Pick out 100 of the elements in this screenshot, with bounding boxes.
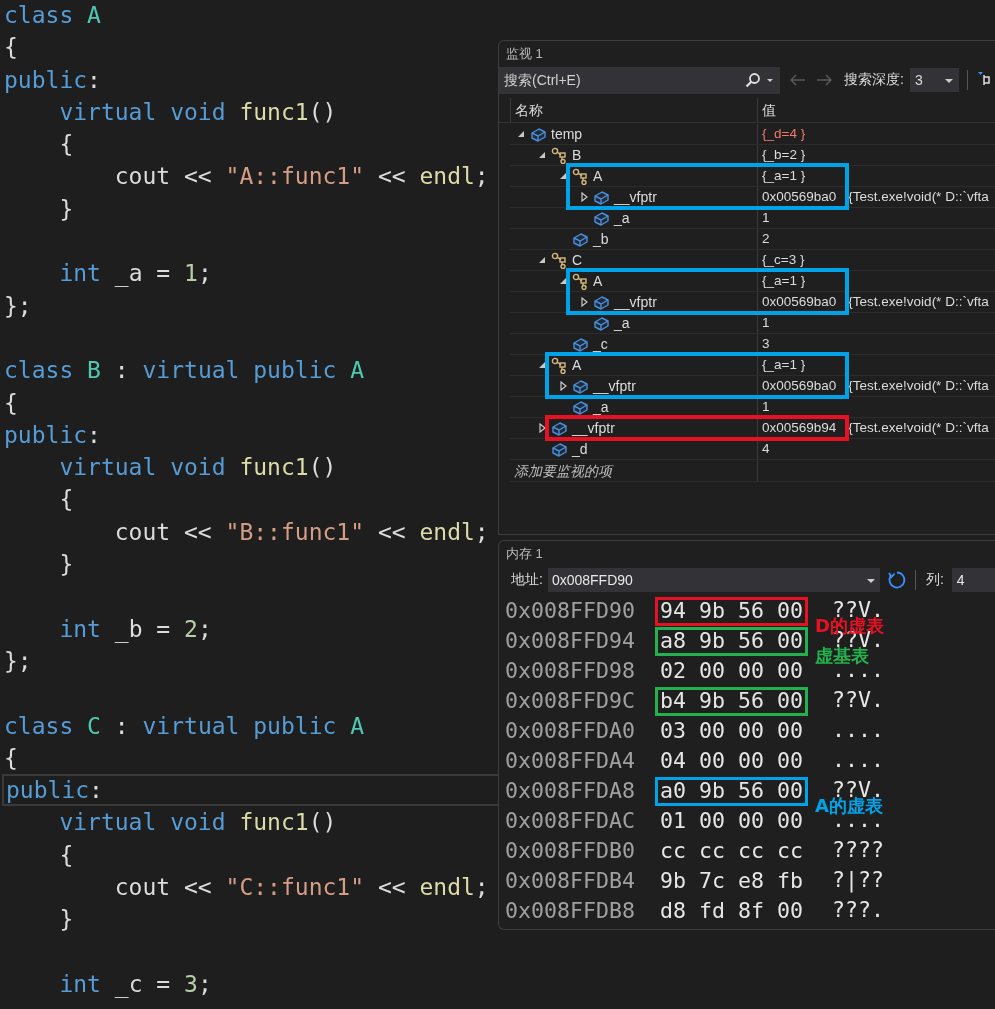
variable-value: {_b=2 } xyxy=(762,146,806,164)
variable-value: 0x00569ba0 xyxy=(762,293,837,311)
columns-field[interactable]: 4 xyxy=(951,567,995,592)
address-input[interactable]: 0x008FFD90 xyxy=(551,571,866,588)
memory-address: 0x008FFD90 xyxy=(505,597,635,625)
search-input[interactable]: 搜索(Ctrl+E) xyxy=(504,72,745,88)
search-depth-label: 搜索深度: xyxy=(844,71,904,89)
base-class-icon xyxy=(550,146,568,164)
variable-value: 0x00569ba0 xyxy=(762,188,837,206)
memory-bytes: 02 00 00 00 xyxy=(660,657,804,685)
variable-value: 1 xyxy=(762,314,770,332)
expanded-arrow-icon[interactable] xyxy=(538,361,546,369)
collapsed-arrow-icon[interactable] xyxy=(559,381,567,391)
memory-bytes: 94 9b 56 00 xyxy=(660,597,804,625)
memory-address: 0x008FFD94 xyxy=(505,627,635,655)
search-icon xyxy=(745,72,761,88)
memory-ascii: ???. xyxy=(832,901,885,919)
code-line: class A xyxy=(3,1,101,30)
variable-name: temp xyxy=(551,126,583,142)
memory-address: 0x008FFDB4 xyxy=(505,867,635,895)
code-line: int _b = 2; xyxy=(58,614,212,645)
expanded-arrow-icon[interactable] xyxy=(538,256,546,264)
column-header[interactable]: 名称 xyxy=(515,98,543,122)
code-line: int _a = 1; xyxy=(58,259,212,289)
variable-name: _d xyxy=(572,441,588,457)
code-line: { xyxy=(58,840,74,870)
code-line: } xyxy=(58,550,74,580)
expanded-arrow-icon[interactable] xyxy=(559,172,567,180)
base-class-icon xyxy=(550,356,568,374)
memory-bytes: cc cc cc cc xyxy=(660,837,804,865)
code-line: } xyxy=(58,194,74,224)
field-icon xyxy=(550,419,568,437)
variable-value: 2 xyxy=(762,230,770,248)
columns-label: 列: xyxy=(925,570,944,589)
memory-bytes: 03 00 00 00 xyxy=(660,717,804,745)
field-icon xyxy=(592,188,610,206)
memory-address: 0x008FFDA4 xyxy=(505,747,635,775)
depth-dropdown[interactable]: 3 xyxy=(909,68,959,92)
value-detail: {Test.exe!void(* D::`vfta xyxy=(848,377,989,395)
refresh-icon[interactable] xyxy=(886,569,907,590)
code-line: } xyxy=(58,905,74,935)
address-label: 地址: xyxy=(511,570,543,589)
memory-address: 0x008FFDA0 xyxy=(505,717,635,745)
variable-value: 1 xyxy=(762,398,770,416)
collapsed-arrow-icon[interactable] xyxy=(580,192,588,202)
memory-address: 0x008FFDB0 xyxy=(505,837,635,865)
memory-bytes: a8 9b 56 00 xyxy=(660,627,804,655)
variable-name: A xyxy=(593,168,603,184)
field-icon xyxy=(529,125,547,143)
variable-name: A xyxy=(572,357,582,373)
code-line: class B : virtual public A xyxy=(3,356,365,386)
code-line: public: xyxy=(3,65,101,95)
variable-name: __vfptr xyxy=(593,378,636,394)
field-icon xyxy=(592,209,610,227)
expanded-arrow-icon[interactable] xyxy=(559,277,567,285)
expanded-arrow-icon[interactable] xyxy=(538,151,546,159)
collapsed-arrow-icon[interactable] xyxy=(538,423,546,433)
variable-name: C xyxy=(572,252,583,268)
expanded-arrow-icon[interactable] xyxy=(517,130,525,138)
field-icon xyxy=(571,377,589,395)
variable-name: _a xyxy=(614,210,630,226)
add-watch-field[interactable]: 添加要监视的项 xyxy=(510,460,757,481)
memory-ascii: ??V. xyxy=(832,691,885,709)
address-field[interactable]: 0x008FFD90 xyxy=(547,567,880,592)
value-detail: {Test.exe!void(* D::`vfta xyxy=(848,419,989,437)
variable-value: {_c=3 } xyxy=(762,251,805,269)
variable-value: 4 xyxy=(762,440,770,458)
memory-address: 0x008FFD98 xyxy=(505,657,635,685)
code-line: cout << "B::func1" << endl; xyxy=(113,517,489,547)
variable-name: _c xyxy=(593,336,608,352)
memory-bytes: 04 00 00 00 xyxy=(660,747,804,775)
code-line: int _c = 3; xyxy=(58,969,212,1000)
collapsed-arrow-icon[interactable] xyxy=(580,297,588,307)
memory-address: 0x008FFD9C xyxy=(505,687,635,715)
memory-address: 0x008FFDA8 xyxy=(505,777,635,805)
memory-ascii: .... xyxy=(832,751,885,769)
columns-input[interactable]: 4 xyxy=(956,571,987,588)
variable-value: {_a=1 } xyxy=(762,272,806,290)
variable-value: {_a=1 } xyxy=(762,356,806,374)
field-icon xyxy=(571,230,589,248)
variable-name: __vfptr xyxy=(572,420,615,436)
field-icon xyxy=(592,314,610,332)
variable-value: 1 xyxy=(762,209,770,227)
value-detail: {Test.exe!void(* D::`vfta xyxy=(848,188,989,206)
variable-value: 3 xyxy=(762,335,770,353)
search-field[interactable]: 搜索(Ctrl+E) xyxy=(499,66,780,94)
column-header[interactable]: 值 xyxy=(762,98,776,122)
memory-ascii: .... xyxy=(832,721,885,739)
memory-bytes: d8 fd 8f 00 xyxy=(660,897,804,925)
base-class-icon xyxy=(571,167,589,185)
variable-name: A xyxy=(593,273,603,289)
field-icon xyxy=(592,293,610,311)
memory-ascii: ???? xyxy=(832,841,885,859)
variable-name: _a xyxy=(614,315,630,331)
value-detail: {Test.exe!void(* D::`vfta xyxy=(848,293,989,311)
variable-value: {_a=1 } xyxy=(762,167,806,185)
variable-name: __vfptr xyxy=(614,189,657,205)
code-line: virtual void func1() xyxy=(58,97,337,127)
code-line: }; xyxy=(3,291,32,321)
variable-value: 0x00569b94 xyxy=(762,419,837,437)
